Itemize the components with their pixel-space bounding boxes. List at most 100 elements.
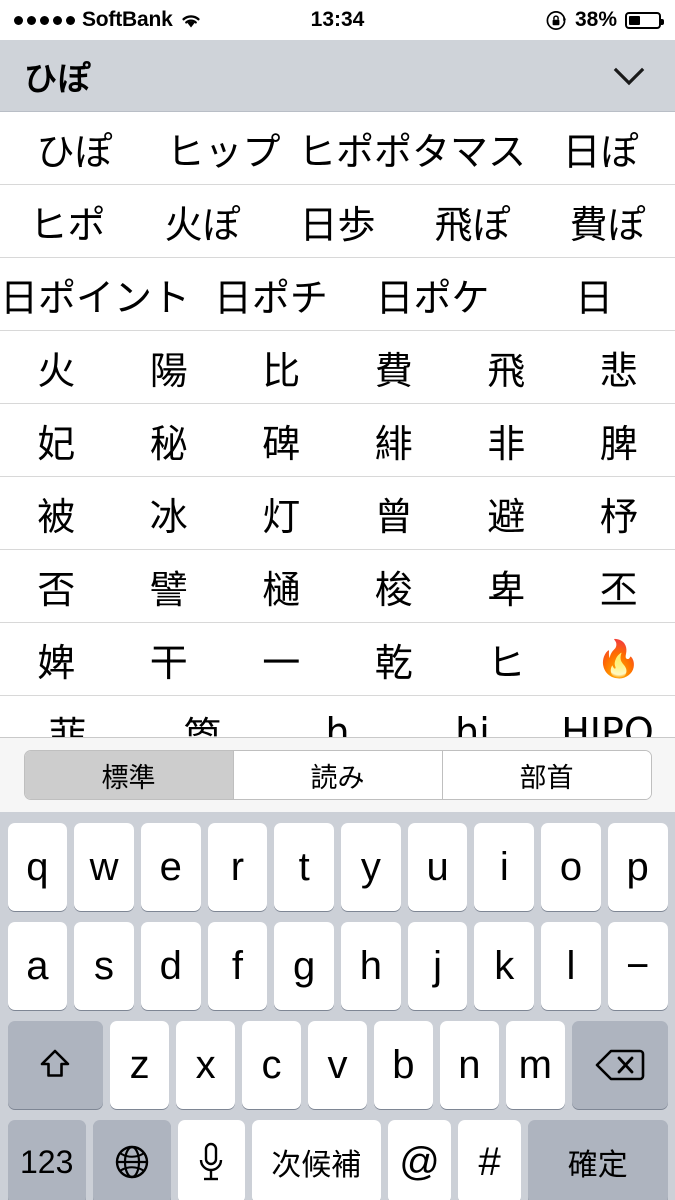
- key-u[interactable]: u: [407, 823, 468, 911]
- candidate-item[interactable]: 日: [513, 258, 675, 330]
- candidate-item[interactable]: 一: [225, 623, 338, 695]
- candidate-item[interactable]: ヒポ: [0, 185, 135, 257]
- candidate-item[interactable]: 費ぽ: [540, 185, 675, 257]
- candidate-item[interactable]: 日ポチ: [190, 258, 352, 330]
- key-j[interactable]: j: [407, 922, 468, 1010]
- candidate-item[interactable]: 飛ぽ: [405, 185, 540, 257]
- candidate-item[interactable]: ヒップ: [149, 112, 298, 184]
- candidate-item[interactable]: 悲: [563, 331, 675, 403]
- candidate-item[interactable]: 梭: [338, 550, 451, 622]
- candidate-item[interactable]: ひぽ: [0, 112, 149, 184]
- candidate-item[interactable]: 婢: [0, 623, 113, 695]
- candidate-item[interactable]: 火: [0, 331, 113, 403]
- key-m[interactable]: m: [505, 1021, 565, 1109]
- segment-読み[interactable]: 読み: [233, 751, 443, 799]
- key-s[interactable]: s: [74, 922, 134, 1010]
- candidate-item[interactable]: 避: [450, 477, 563, 549]
- key-d[interactable]: d: [140, 922, 201, 1010]
- keyboard-row-1: qwertyuiop: [0, 823, 675, 911]
- globe-icon[interactable]: [92, 1120, 172, 1200]
- key-w[interactable]: w: [74, 823, 134, 911]
- key-p[interactable]: p: [607, 823, 668, 911]
- candidate-row: ヒポ 火ぽ 日歩 飛ぽ 費ぽ: [0, 185, 675, 258]
- candidate-item[interactable]: 菲: [0, 696, 135, 738]
- candidate-item[interactable]: 被: [0, 477, 113, 549]
- backspace-key[interactable]: [571, 1021, 668, 1109]
- candidate-item[interactable]: 灯: [225, 477, 338, 549]
- candidate-item[interactable]: 陽: [113, 331, 226, 403]
- candidate-item[interactable]: 火ぽ: [135, 185, 270, 257]
- key-v[interactable]: v: [308, 1021, 367, 1109]
- key-−[interactable]: −: [607, 922, 668, 1010]
- key-k[interactable]: k: [474, 922, 535, 1010]
- status-bar-right: 38%: [546, 8, 664, 32]
- key-i[interactable]: i: [474, 823, 535, 911]
- candidate-item[interactable]: 否: [0, 550, 113, 622]
- key-l[interactable]: l: [541, 922, 601, 1010]
- next-candidate-key[interactable]: 次候補: [251, 1120, 381, 1200]
- candidate-item[interactable]: 卑: [450, 550, 563, 622]
- key-g[interactable]: g: [274, 922, 335, 1010]
- candidate-row: 婢干一乾ヒ 🔥: [0, 623, 675, 696]
- key-r[interactable]: r: [207, 823, 268, 911]
- hash-key[interactable]: #: [458, 1120, 522, 1200]
- key-x[interactable]: x: [176, 1021, 236, 1109]
- candidate-item[interactable]: 曾: [338, 477, 451, 549]
- key-b[interactable]: b: [373, 1021, 433, 1109]
- chevron-down-icon[interactable]: [607, 62, 651, 90]
- carrier-label: SoftBank: [82, 8, 173, 31]
- candidate-item[interactable]: 譬: [113, 550, 226, 622]
- candidate-grid[interactable]: ひぽ ヒップ ヒポポタマス 日ぽ ヒポ 火ぽ 日歩 飛ぽ 費ぽ 日ポイント 日ポチ 日ポケ日火陽比費飛…: [0, 112, 675, 737]
- candidate-item[interactable]: 杼: [563, 477, 675, 549]
- candidate-item[interactable]: 日歩: [270, 185, 405, 257]
- candidate-item[interactable]: ヒポポタマス: [298, 112, 526, 184]
- candidate-item[interactable]: 丕: [563, 550, 675, 622]
- key-h[interactable]: h: [341, 922, 401, 1010]
- key-f[interactable]: f: [207, 922, 268, 1010]
- candidate-item[interactable]: 緋: [338, 404, 451, 476]
- candidate-item[interactable]: 乾: [338, 623, 451, 695]
- candidate-item[interactable]: 樋: [225, 550, 338, 622]
- shift-key[interactable]: [7, 1021, 104, 1109]
- candidate-item[interactable]: 日ポイント: [0, 258, 190, 330]
- candidate-item[interactable]: 秘: [113, 404, 226, 476]
- candidate-item[interactable]: 箆: [135, 696, 270, 738]
- candidate-item[interactable]: 🔥: [563, 623, 675, 695]
- key-n[interactable]: n: [439, 1021, 499, 1109]
- at-sign-key[interactable]: @: [387, 1120, 452, 1200]
- candidate-item[interactable]: 干: [113, 623, 226, 695]
- microphone-key[interactable]: [178, 1120, 245, 1200]
- candidate-row: 火陽比費飛悲: [0, 331, 675, 404]
- key-z[interactable]: z: [110, 1021, 170, 1109]
- candidate-item[interactable]: h: [270, 696, 405, 737]
- candidate-item[interactable]: HIPO: [540, 696, 675, 737]
- key-y[interactable]: y: [341, 823, 401, 911]
- candidate-item[interactable]: 冰: [113, 477, 226, 549]
- candidate-item[interactable]: ヒ: [450, 623, 563, 695]
- candidate-item[interactable]: 非: [450, 404, 563, 476]
- numeric-mode-key[interactable]: 123: [7, 1120, 86, 1200]
- battery-percent-label: 38%: [574, 8, 617, 31]
- candidate-item[interactable]: hi: [405, 696, 540, 737]
- key-a[interactable]: a: [7, 922, 68, 1010]
- key-o[interactable]: o: [541, 823, 601, 911]
- confirm-key[interactable]: 確定: [528, 1120, 668, 1200]
- candidate-row: ひぽ ヒップ ヒポポタマス 日ぽ: [0, 112, 675, 185]
- candidate-item[interactable]: 碑: [225, 404, 338, 476]
- key-c[interactable]: c: [242, 1021, 301, 1109]
- key-e[interactable]: e: [140, 823, 201, 911]
- key-t[interactable]: t: [274, 823, 335, 911]
- segmented-control[interactable]: 標準 読み 部首: [23, 750, 652, 800]
- candidate-item[interactable]: 費: [338, 331, 451, 403]
- segment-標準[interactable]: 標準: [24, 751, 234, 799]
- candidate-item[interactable]: 妃: [0, 404, 113, 476]
- candidate-item[interactable]: 日ぽ: [526, 112, 675, 184]
- status-bar: SoftBank 13:34 38%: [0, 0, 675, 40]
- segment-部首[interactable]: 部首: [442, 751, 651, 799]
- status-bar-left: SoftBank: [14, 8, 202, 32]
- candidate-item[interactable]: 飛: [450, 331, 563, 403]
- candidate-item[interactable]: 脾: [563, 404, 675, 476]
- candidate-item[interactable]: 日ポケ: [352, 258, 514, 330]
- key-q[interactable]: q: [7, 823, 68, 911]
- candidate-item[interactable]: 比: [225, 331, 338, 403]
